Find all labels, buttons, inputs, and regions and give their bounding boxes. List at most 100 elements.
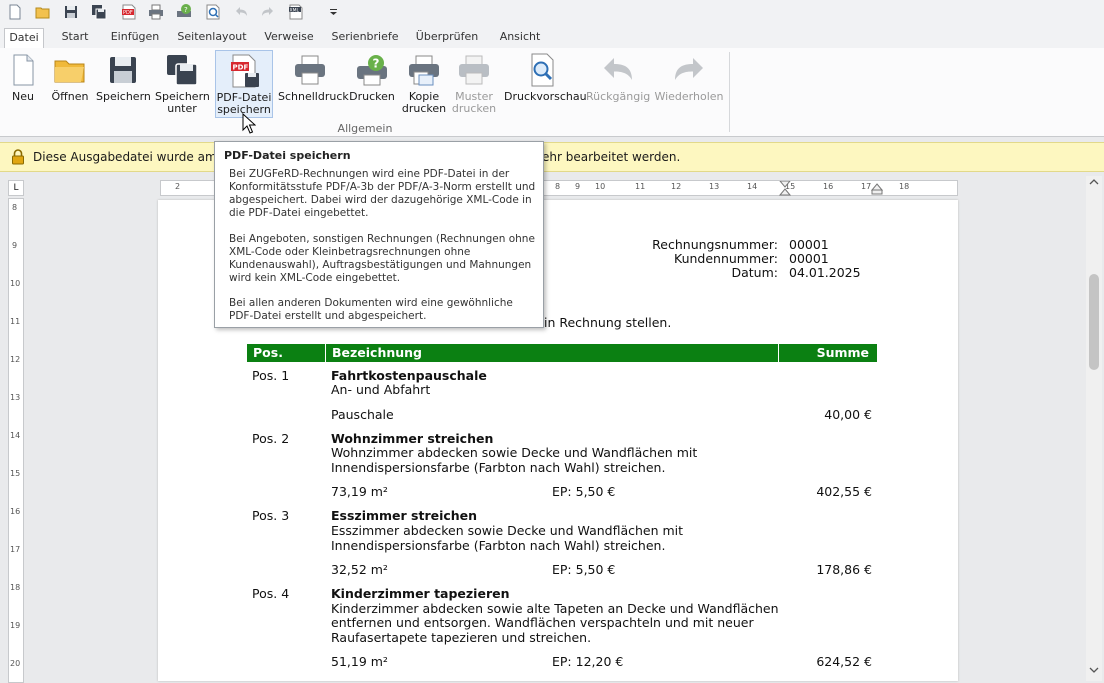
open-folder-large-icon bbox=[52, 52, 88, 88]
print-preview-large-icon bbox=[524, 52, 560, 88]
tab-ueberpruefen[interactable]: Überprüfen bbox=[412, 28, 482, 48]
tab-ansicht[interactable]: Ansicht bbox=[494, 28, 546, 48]
item-pos: Pos. 1 bbox=[252, 368, 290, 383]
new-file-icon[interactable] bbox=[6, 3, 24, 21]
save-as-button-label-2: unter bbox=[167, 102, 197, 115]
undo-icon[interactable] bbox=[232, 3, 250, 21]
tooltip-title: PDF-Datei speichern bbox=[224, 149, 351, 162]
print-sample-button[interactable]: Muster drucken bbox=[450, 50, 498, 118]
save-large-icon bbox=[105, 52, 141, 88]
tab-einfuegen[interactable]: Einfügen bbox=[106, 28, 164, 48]
scroll-down-icon[interactable] bbox=[1089, 666, 1099, 674]
print-preview-icon[interactable] bbox=[204, 3, 222, 21]
tab-verweise[interactable]: Verweise bbox=[260, 28, 318, 48]
ruler-tab-selector[interactable]: L bbox=[8, 180, 24, 196]
tab-serienbriefe[interactable]: Serienbriefe bbox=[328, 28, 402, 48]
header-sum: Summe bbox=[816, 345, 869, 360]
tab-start[interactable]: Start bbox=[54, 28, 96, 48]
ruler-label: 9 bbox=[12, 241, 18, 250]
item-unit-price: EP: 5,50 € bbox=[552, 562, 616, 577]
svg-text:PDF: PDF bbox=[233, 64, 249, 72]
save-button[interactable]: Speichern bbox=[96, 50, 151, 118]
print-button[interactable]: ? Drucken bbox=[348, 50, 396, 118]
mouse-cursor-icon bbox=[242, 113, 256, 134]
save-icon[interactable] bbox=[62, 3, 80, 21]
open-folder-icon[interactable] bbox=[34, 3, 52, 21]
ribbon-group-separator bbox=[729, 52, 730, 132]
print-copy-button-label-2: drucken bbox=[401, 102, 447, 115]
item-sum: 402,55 € bbox=[816, 484, 872, 499]
print-large-icon: ? bbox=[354, 52, 390, 88]
ruler-label: 14 bbox=[10, 431, 21, 440]
redo-large-icon bbox=[671, 52, 707, 88]
item-description-line: Innendispersionsfarbe (Farbton nach Wahl… bbox=[331, 538, 666, 553]
undo-button-label: Rückgängig bbox=[586, 90, 651, 103]
pdf-icon[interactable]: PDF bbox=[120, 3, 138, 21]
ruler-label: 9 bbox=[575, 182, 581, 191]
print-sample-button-label-2: drucken bbox=[451, 102, 497, 115]
item-title: Fahrtkostenpauschale bbox=[331, 368, 487, 383]
undo-large-icon bbox=[600, 52, 636, 88]
tab-datei[interactable]: Datei bbox=[4, 28, 44, 49]
save-pdf-button[interactable]: PDF PDF-Datei speichern bbox=[215, 50, 273, 118]
save-as-icon[interactable] bbox=[90, 3, 108, 21]
item-title: Esszimmer streichen bbox=[331, 508, 478, 523]
ruler-label: 17 bbox=[10, 545, 21, 554]
ribbon-group-label: Allgemein bbox=[337, 122, 393, 135]
new-document-icon bbox=[5, 52, 41, 88]
scroll-thumb[interactable] bbox=[1089, 274, 1099, 370]
quick-print-button[interactable]: Schnelldruck bbox=[278, 50, 349, 118]
item-description-line: An- und Abfahrt bbox=[331, 382, 431, 397]
header-divider bbox=[778, 344, 779, 362]
ruler-label: 16 bbox=[823, 182, 834, 191]
ruler-label: 8 bbox=[555, 182, 561, 191]
print-preview-button[interactable]: Druckvorschau bbox=[504, 50, 587, 118]
new-button[interactable]: Neu bbox=[4, 50, 42, 118]
svg-text:PDF: PDF bbox=[123, 10, 133, 16]
scroll-up-icon[interactable] bbox=[1089, 178, 1099, 186]
item-sum: 624,52 € bbox=[816, 654, 872, 669]
infobar-text-left: Diese Ausgabedatei wurde am 04 bbox=[33, 150, 236, 164]
redo-button[interactable]: Wiederholen bbox=[654, 50, 724, 118]
print-help-icon[interactable]: ? bbox=[175, 3, 193, 21]
pdf-save-tooltip: PDF-Datei speichern Bei ZUGFeRD-Rechnung… bbox=[214, 141, 544, 328]
vertical-ruler[interactable]: 8 9 10 11 12 13 14 15 16 17 18 19 20 bbox=[8, 198, 24, 683]
save-as-large-icon bbox=[164, 52, 200, 88]
print-sample-icon bbox=[456, 52, 492, 88]
ribbon-tabs: Datei Start Einfügen Seitenlayout Verwei… bbox=[0, 24, 1104, 49]
item-pos: Pos. 4 bbox=[252, 586, 290, 601]
item-quantity: 73,19 m² bbox=[331, 484, 388, 499]
new-button-label: Neu bbox=[12, 90, 34, 103]
print-icon[interactable] bbox=[147, 3, 165, 21]
vertical-scrollbar[interactable] bbox=[1086, 176, 1102, 681]
ruler-label: 10 bbox=[595, 182, 606, 191]
item-description-line: Innendispersionsfarbe (Farbton nach Wahl… bbox=[331, 460, 666, 475]
undo-button[interactable]: Rückgängig bbox=[586, 50, 650, 118]
header-divider bbox=[325, 344, 326, 362]
item-title: Wohnzimmer streichen bbox=[331, 431, 494, 446]
pdf-save-large-icon: PDF bbox=[226, 53, 262, 89]
intro-text: in Rechnung stellen. bbox=[544, 315, 672, 330]
xml-icon[interactable]: XML bbox=[287, 3, 305, 21]
customize-dropdown-icon[interactable] bbox=[325, 3, 343, 21]
ruler-label: 13 bbox=[709, 182, 720, 191]
customer-number-value: 00001 bbox=[789, 251, 829, 266]
ruler-label: 10 bbox=[10, 279, 21, 288]
redo-icon[interactable] bbox=[259, 3, 277, 21]
tooltip-paragraph: Bei Angeboten, sonstigen Rechnungen (Rec… bbox=[229, 233, 535, 284]
save-as-button[interactable]: Speichern unter bbox=[155, 50, 210, 118]
ruler-indent-marker-icon[interactable] bbox=[779, 181, 791, 197]
quick-print-icon bbox=[292, 52, 328, 88]
item-quantity: Pauschale bbox=[331, 407, 394, 422]
open-button-label: Öffnen bbox=[51, 90, 89, 103]
ruler-right-indent-icon[interactable] bbox=[871, 183, 883, 195]
item-unit-price: EP: 5,50 € bbox=[552, 484, 616, 499]
item-description-line: Esszimmer abdecken sowie Decke und Wandf… bbox=[331, 523, 684, 538]
print-copy-button[interactable]: Kopie drucken bbox=[400, 50, 448, 118]
tab-seitenlayout[interactable]: Seitenlayout bbox=[174, 28, 250, 48]
svg-text:?: ? bbox=[373, 57, 380, 71]
item-quantity: 32,52 m² bbox=[331, 562, 388, 577]
protected-document-infobar: Diese Ausgabedatei wurde am 04 ehr bearb… bbox=[0, 142, 1104, 172]
open-button[interactable]: Öffnen bbox=[48, 50, 92, 118]
ruler-label: 12 bbox=[671, 182, 682, 191]
